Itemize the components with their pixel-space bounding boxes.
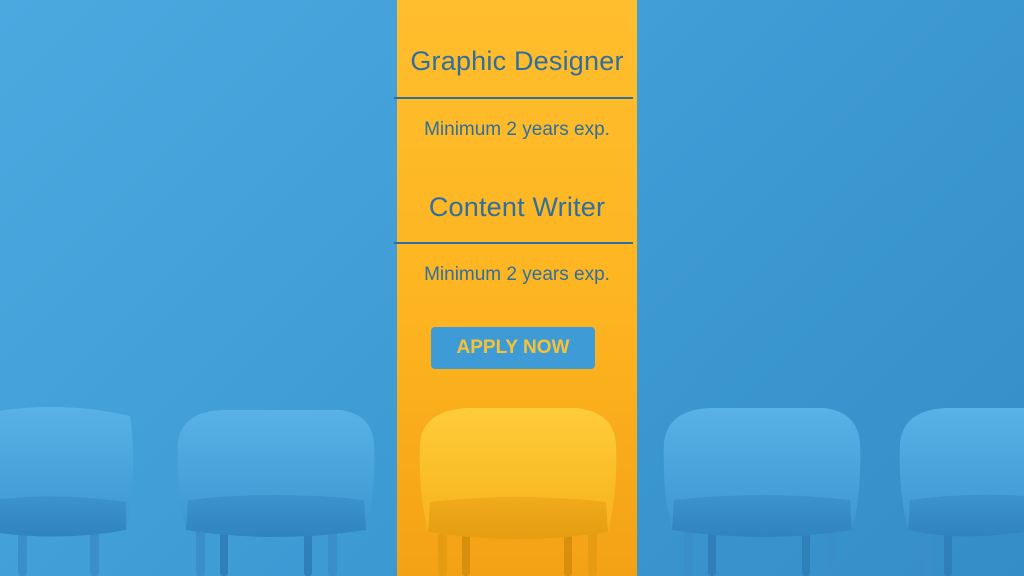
chair-blue-4 [899,408,1024,576]
chair-yellow-highlight [419,408,617,576]
chair-blue-1 [0,406,134,576]
chairs-illustration [0,406,1024,576]
chair-blue-3 [663,408,861,576]
job-announcement-banner: Graphic Designer Minimum 2 years exp. Co… [0,0,1024,576]
chair-blue-2 [177,410,375,576]
